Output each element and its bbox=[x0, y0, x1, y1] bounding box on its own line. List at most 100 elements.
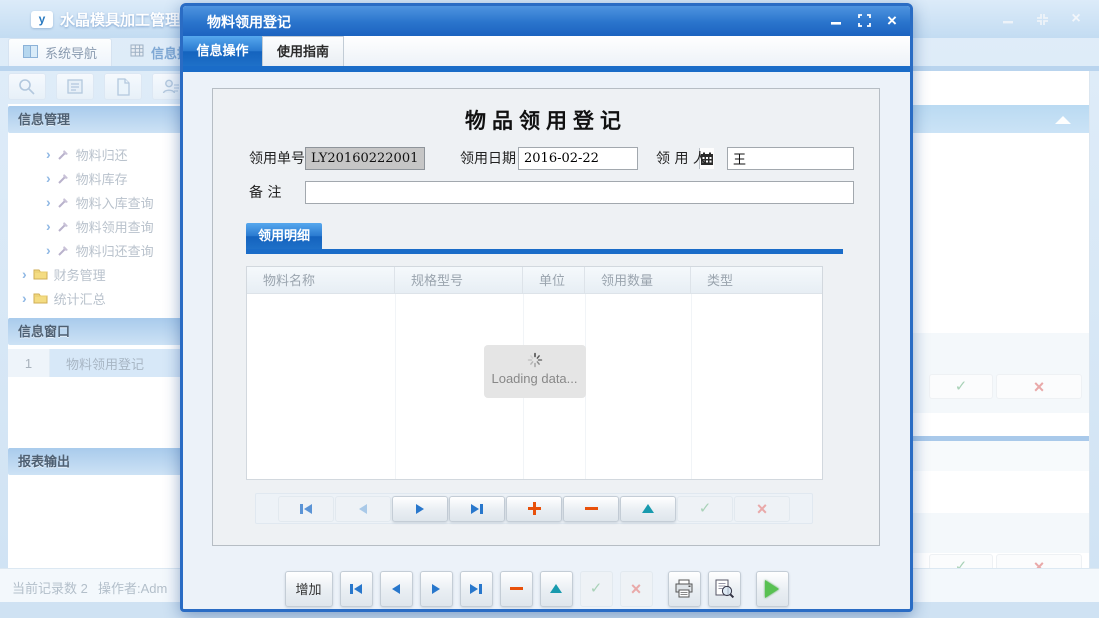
sidebar-item-requisition-query[interactable]: › 物料领用查询 bbox=[8, 214, 200, 238]
print-preview-button[interactable] bbox=[708, 571, 741, 607]
sidebar-section-info-window[interactable]: 信息窗口 bbox=[8, 318, 200, 345]
sidebar-item-material-stock[interactable]: › 物料库存 bbox=[8, 166, 200, 190]
tab-user-guide[interactable]: 使用指南 bbox=[262, 36, 344, 66]
cancel-button[interactable]: × bbox=[996, 374, 1082, 399]
confirm-cancel-row: ✓ × bbox=[905, 374, 1089, 400]
loading-text: Loading data... bbox=[484, 371, 586, 386]
prev-record-button[interactable] bbox=[380, 571, 413, 607]
detail-pager-toolbar: ✓ × bbox=[255, 493, 813, 524]
tool-icon bbox=[57, 220, 70, 233]
tool-icon bbox=[57, 244, 70, 257]
minimize-icon[interactable] bbox=[997, 10, 1019, 28]
search-icon bbox=[18, 78, 36, 95]
print-button[interactable] bbox=[668, 571, 701, 607]
confirm-button[interactable]: ✓ bbox=[929, 374, 993, 399]
sidebar-item-material-return[interactable]: › 物料归还 bbox=[8, 142, 200, 166]
execute-button[interactable] bbox=[756, 571, 789, 607]
insert-row-button[interactable] bbox=[506, 496, 562, 522]
collapse-up-icon[interactable] bbox=[1055, 116, 1071, 124]
col-quantity[interactable]: 领用数量 bbox=[585, 267, 691, 294]
x-icon: × bbox=[757, 500, 768, 518]
chevron-right-icon: › bbox=[22, 291, 27, 305]
prev-record-button[interactable] bbox=[335, 496, 391, 522]
last-record-button[interactable] bbox=[460, 571, 493, 607]
form-row-2: 备 注 bbox=[213, 181, 879, 205]
dialog-controls: × bbox=[828, 12, 900, 28]
order-no-field[interactable] bbox=[305, 147, 425, 170]
date-field-wrap bbox=[518, 147, 638, 170]
first-record-button[interactable] bbox=[340, 571, 373, 607]
col-type[interactable]: 类型 bbox=[691, 267, 822, 294]
form-button[interactable] bbox=[56, 73, 94, 100]
dialog-titlebar: 物料领用登记 × bbox=[183, 6, 910, 36]
registration-panel: 物品领用登记 领用单号 领用日期 领 用 人 备 注 领用明细 bbox=[212, 88, 880, 546]
next-record-button[interactable] bbox=[392, 496, 448, 522]
dialog-title: 物料领用登记 bbox=[207, 12, 291, 32]
person-field[interactable] bbox=[727, 147, 854, 170]
column-line bbox=[691, 294, 692, 479]
info-window-row-index: 1 bbox=[8, 349, 50, 377]
sidebar-item-return-query[interactable]: › 物料归还查询 bbox=[8, 238, 200, 262]
first-icon bbox=[300, 504, 312, 514]
note-label: 备 注 bbox=[249, 181, 281, 205]
close-icon[interactable]: × bbox=[1065, 10, 1087, 28]
last-record-button[interactable] bbox=[449, 496, 505, 522]
save-button[interactable]: ✓ bbox=[580, 571, 613, 607]
sidebar-item-label: 物料库存 bbox=[76, 169, 128, 188]
sidebar-section-report-output[interactable]: 报表输出 bbox=[8, 448, 200, 475]
col-unit[interactable]: 单位 bbox=[523, 267, 585, 294]
dialog-close-icon[interactable]: × bbox=[884, 12, 900, 28]
panel-header-band bbox=[905, 105, 1089, 133]
date-label: 领用日期 bbox=[460, 147, 516, 171]
chevron-right-icon: › bbox=[46, 171, 51, 185]
dialog-minimize-icon[interactable] bbox=[828, 12, 844, 28]
note-field[interactable] bbox=[305, 181, 854, 204]
edit-button[interactable] bbox=[540, 571, 573, 607]
chevron-right-icon: › bbox=[46, 243, 51, 257]
first-record-button[interactable] bbox=[278, 496, 334, 522]
chevron-right-icon: › bbox=[22, 267, 27, 281]
tab-info-operation[interactable]: 信息操作 bbox=[183, 36, 262, 66]
col-material-name[interactable]: 物料名称 bbox=[247, 267, 395, 294]
tab-requisition-detail[interactable]: 领用明细 bbox=[246, 223, 322, 249]
check-icon: ✓ bbox=[590, 581, 603, 596]
check-icon: ✓ bbox=[699, 501, 712, 516]
add-button[interactable]: 增加 bbox=[285, 571, 333, 607]
band bbox=[905, 513, 1089, 553]
plus-icon bbox=[528, 502, 541, 515]
search-button[interactable] bbox=[8, 73, 46, 100]
order-no-label: 领用单号 bbox=[249, 147, 305, 171]
tab-label: 系统导航 bbox=[45, 43, 97, 62]
edit-row-button[interactable] bbox=[620, 496, 676, 522]
form-icon bbox=[66, 78, 84, 95]
last-icon bbox=[471, 504, 483, 514]
tab-system-navigation[interactable]: 系统导航 bbox=[8, 38, 112, 66]
sidebar-section-info-management[interactable]: 信息管理 bbox=[8, 106, 200, 133]
post-row-button[interactable]: ✓ bbox=[677, 496, 733, 522]
record-count: 当前记录数 2 bbox=[12, 578, 88, 597]
cancel-button[interactable]: × bbox=[620, 571, 653, 607]
restore-icon[interactable] bbox=[1031, 10, 1053, 28]
next-icon bbox=[416, 504, 424, 514]
band bbox=[905, 333, 1089, 413]
next-record-button[interactable] bbox=[420, 571, 453, 607]
band bbox=[905, 441, 1089, 471]
folder-icon bbox=[33, 292, 48, 304]
material-requisition-dialog: 物料领用登记 × 信息操作 使用指南 物品领用登记 领用单号 领用日期 bbox=[180, 3, 913, 612]
col-spec-model[interactable]: 规格型号 bbox=[395, 267, 523, 294]
tool-icon bbox=[57, 172, 70, 185]
print-preview-icon bbox=[714, 579, 734, 599]
dialog-maximize-icon[interactable] bbox=[856, 12, 872, 28]
sidebar-item-statistics-summary[interactable]: › 统计汇总 bbox=[8, 286, 200, 310]
user-icon bbox=[162, 78, 180, 95]
sidebar-item-finance-management[interactable]: › 财务管理 bbox=[8, 262, 200, 286]
document-button[interactable] bbox=[104, 73, 142, 100]
info-window-row[interactable]: 1 物料领用登记 bbox=[8, 349, 200, 377]
sidebar-item-inbound-query[interactable]: › 物料入库查询 bbox=[8, 190, 200, 214]
cancel-row-button[interactable]: × bbox=[734, 496, 790, 522]
dialog-body: 物品领用登记 领用单号 领用日期 领 用 人 备 注 领用明细 bbox=[183, 72, 910, 609]
chevron-right-icon: › bbox=[46, 147, 51, 161]
delete-row-button[interactable] bbox=[563, 496, 619, 522]
minus-icon bbox=[585, 507, 598, 510]
delete-button[interactable] bbox=[500, 571, 533, 607]
